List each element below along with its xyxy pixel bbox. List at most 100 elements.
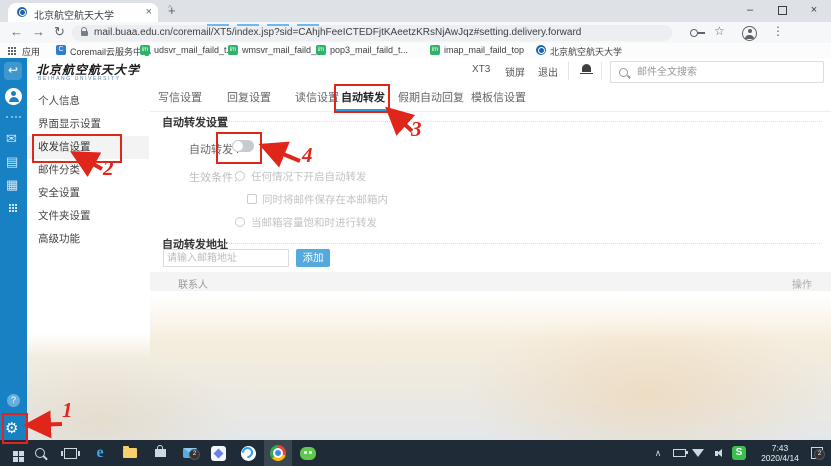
blue-browser-icon <box>241 446 256 461</box>
taskbar-search-button[interactable] <box>26 440 54 466</box>
search-icon <box>35 448 45 458</box>
taskbar-store[interactable] <box>146 440 174 466</box>
tab-reply-settings[interactable]: 回复设置 <box>227 85 271 111</box>
menu-fade <box>27 333 150 359</box>
divider <box>601 62 602 80</box>
taskbar-mail[interactable]: 2 <box>176 440 204 466</box>
tab-read-settings[interactable]: 读信设置 <box>295 85 339 111</box>
sidebar-item-personal-info[interactable]: 个人信息 <box>27 90 149 113</box>
tab-compose-settings[interactable]: 写信设置 <box>158 85 202 111</box>
taskbar-chrome-active[interactable] <box>264 440 292 466</box>
input-method-indicator[interactable]: S <box>730 440 748 466</box>
forward-settings-section-title: 自动转发设置 <box>162 114 228 130</box>
divider <box>568 62 569 80</box>
taskbar-edge[interactable]: e <box>86 440 114 466</box>
bookmark-label: wmsvr_mail_faild_... <box>242 45 324 55</box>
rail-avatar-icon[interactable] <box>5 88 22 105</box>
sidebar-item-folder-settings[interactable]: 文件夹设置 <box>27 205 149 228</box>
running-indicator <box>297 24 319 26</box>
version-link[interactable]: XT3 <box>472 64 490 75</box>
notification-bell-icon[interactable] <box>582 64 591 72</box>
task-view-button[interactable] <box>56 440 84 466</box>
mail-badge: 2 <box>189 449 200 460</box>
folder-icon <box>123 448 137 458</box>
help-icon[interactable]: ? <box>7 394 20 407</box>
mail-search-box[interactable] <box>610 61 824 83</box>
add-address-button[interactable]: 添加 <box>296 249 330 267</box>
bookmark-label: imap_mail_faild_top <box>444 45 524 55</box>
window-close-button[interactable]: × <box>799 1 829 19</box>
lock-screen-link[interactable]: 锁屏 <box>505 64 525 79</box>
tray-clock[interactable]: 7:43 2020/4/14 <box>756 443 804 463</box>
notification-badge: 2 <box>814 449 825 460</box>
address-bar[interactable]: mail.buaa.edu.cn/coremail/XT5/index.jsp?… <box>72 25 672 41</box>
checkbox-keep-copy[interactable] <box>247 194 257 204</box>
action-column-header: 操作 <box>792 276 812 291</box>
back-icon[interactable]: ← <box>10 24 23 39</box>
volume-indicator[interactable] <box>708 440 724 466</box>
browser-tab[interactable]: 北京航空航天大学 × <box>8 3 158 22</box>
rail-calendar-icon[interactable]: ▦ <box>6 178 18 192</box>
dotted-divider <box>222 243 822 244</box>
tab-template-settings[interactable]: 模板信设置 <box>471 85 526 111</box>
battery-indicator[interactable] <box>670 440 688 466</box>
windows-logo-icon <box>13 451 18 456</box>
browser-tab-bar: 北京航空航天大学 × + – × <box>0 0 831 22</box>
mail-search-input[interactable] <box>635 63 819 81</box>
sidebar-item-advanced-features[interactable]: 高级功能 <box>27 228 149 251</box>
rail-back-icon[interactable]: ↩ <box>4 62 22 80</box>
bookmark-label: 北京航空航天大学 <box>550 45 622 58</box>
edge-icon: e <box>96 445 103 461</box>
radio-when-full[interactable] <box>235 217 245 227</box>
window-maximize-button[interactable] <box>767 1 797 19</box>
search-icon <box>619 68 628 77</box>
browser-menu-icon[interactable]: ⋮ <box>772 24 784 38</box>
lm-favicon: lm <box>228 45 238 55</box>
annotation-number-1: 1 <box>62 398 73 423</box>
running-indicator <box>207 24 229 26</box>
chrome-icon <box>270 445 286 461</box>
logout-link[interactable]: 退出 <box>538 64 558 79</box>
password-key-icon[interactable] <box>690 29 698 37</box>
annotation-box-step3 <box>334 84 390 113</box>
rail-apps-icon[interactable] <box>9 204 11 206</box>
window-minimize-button[interactable]: – <box>735 1 765 19</box>
clock-time: 7:43 <box>756 443 804 453</box>
clock-date: 2020/4/14 <box>756 453 804 463</box>
contact-column-header: 联系人 <box>178 276 208 291</box>
network-indicator[interactable] <box>690 440 706 466</box>
taskbar-browser-app[interactable] <box>234 440 262 466</box>
tab-close-icon[interactable]: × <box>146 6 152 18</box>
bookmark-star-icon[interactable]: ☆ <box>714 24 725 38</box>
tab-favicon-icon <box>17 7 27 17</box>
speaker-icon <box>715 451 718 456</box>
rail-contacts-icon[interactable]: ▤ <box>6 155 18 169</box>
annotation-box-step4 <box>216 132 262 164</box>
bookmark-label: udsvr_mail_faild_t... <box>154 45 234 55</box>
rail-mail-icon[interactable]: ✉ <box>6 132 17 146</box>
action-center-icon: 2 <box>811 447 823 459</box>
forward-address-input[interactable] <box>163 249 289 267</box>
forward-icon[interactable]: → <box>32 24 45 39</box>
profile-avatar-icon[interactable] <box>742 26 757 41</box>
taskbar-app-purple[interactable] <box>204 440 232 466</box>
bookmark-label: pop3_mail_faild_t... <box>330 45 408 55</box>
sort-caret-icon[interactable]: ^ <box>168 4 172 13</box>
chevron-up-icon: ∧ <box>655 448 662 459</box>
tray-overflow-chevron[interactable]: ∧ <box>650 440 666 466</box>
radio-any-condition[interactable] <box>235 171 245 181</box>
bookmark-label: 应用 <box>22 45 40 58</box>
reload-icon[interactable]: ↻ <box>54 24 65 40</box>
tab-vacation-auto-reply[interactable]: 假期自动回复 <box>398 85 464 111</box>
annotation-box-step1 <box>2 413 28 444</box>
sidebar-item-security-settings[interactable]: 安全设置 <box>27 182 149 205</box>
sidebar-item-display-settings[interactable]: 界面显示设置 <box>27 113 149 136</box>
taskbar-wechat[interactable] <box>294 440 322 466</box>
action-center-button[interactable]: 2 <box>808 440 826 466</box>
url-text: mail.buaa.edu.cn/coremail/XT5/index.jsp?… <box>94 27 581 38</box>
purple-app-icon <box>211 446 226 461</box>
coremail-favicon: C <box>56 45 66 55</box>
taskbar-file-explorer[interactable] <box>116 440 144 466</box>
option-when-full-label: 当邮箱容量饱和时进行转发 <box>251 215 377 230</box>
apps-grid-icon <box>8 47 10 49</box>
